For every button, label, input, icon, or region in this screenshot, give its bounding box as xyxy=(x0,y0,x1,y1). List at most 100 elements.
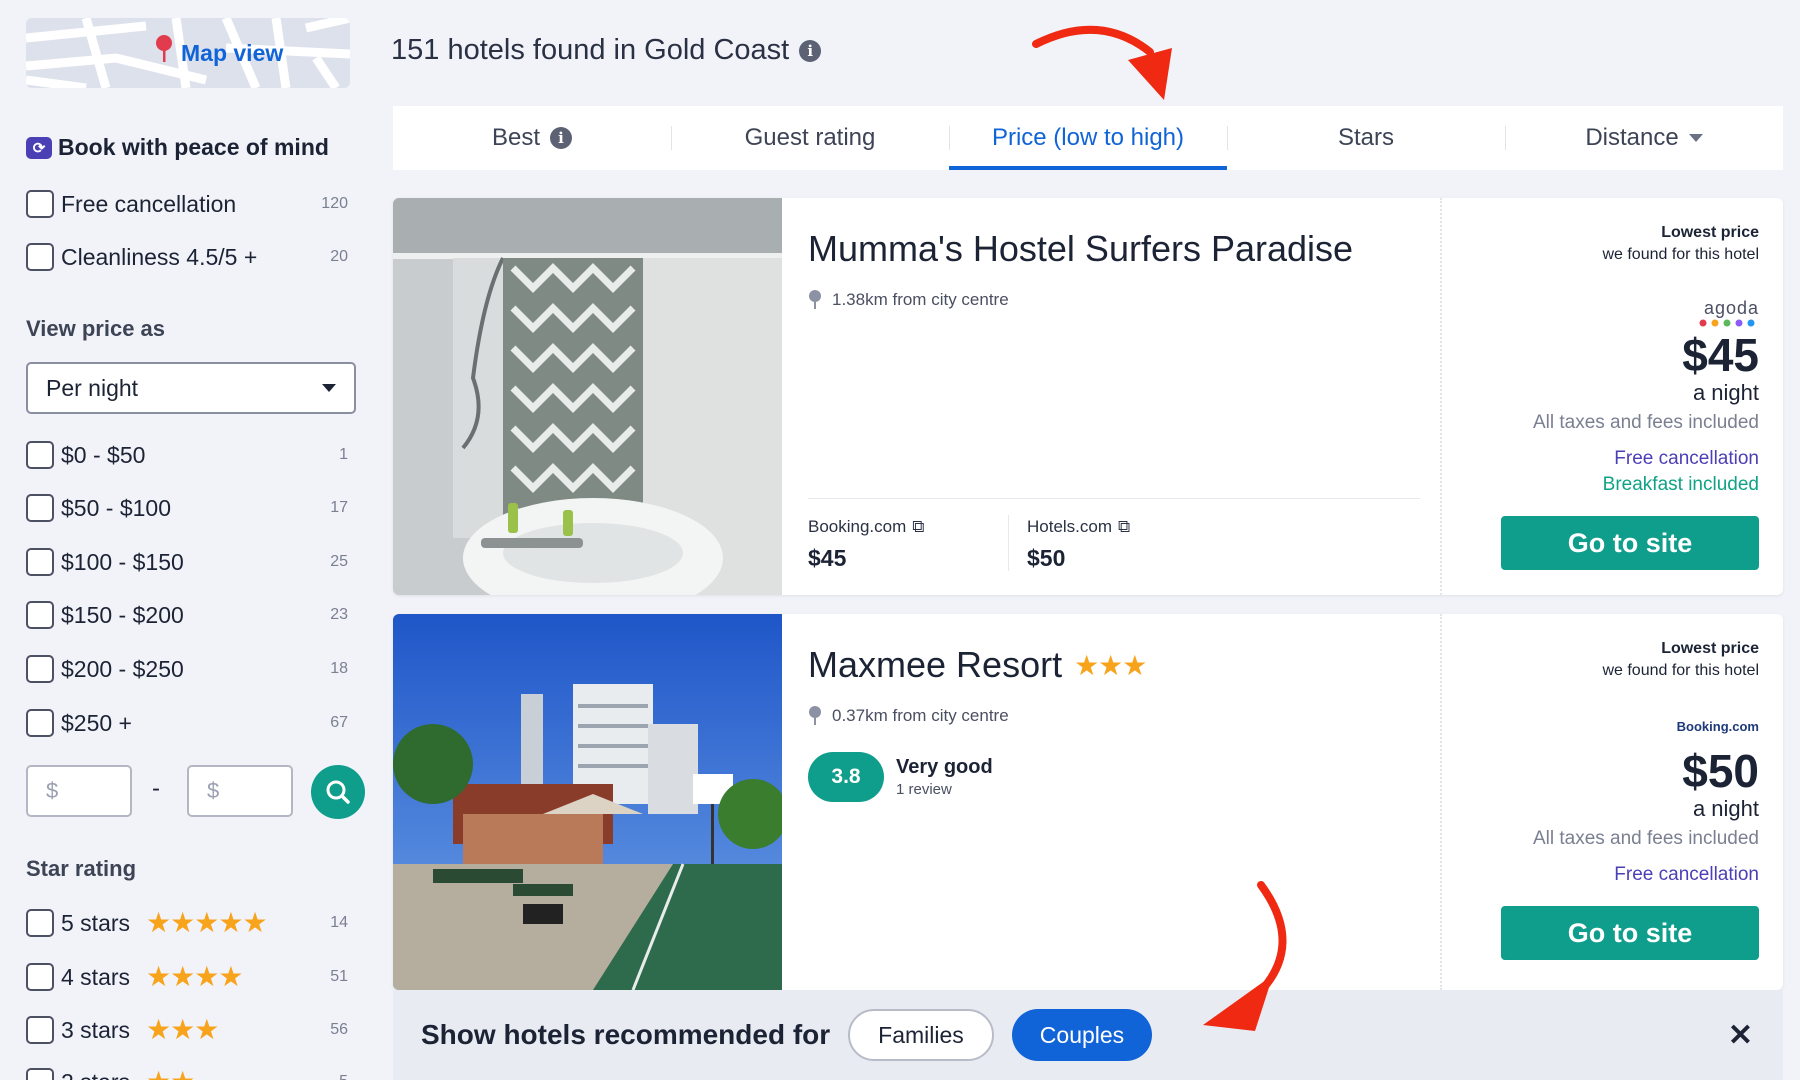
star-rating-title: Star rating xyxy=(26,856,137,881)
go-to-site-button[interactable]: Go to site xyxy=(1501,906,1759,960)
tab-best[interactable]: Best i xyxy=(393,106,671,170)
checkbox[interactable] xyxy=(26,441,54,469)
close-icon[interactable]: ✕ xyxy=(1728,1018,1753,1053)
recommendation-title: Show hotels recommended for xyxy=(421,1019,831,1050)
sort-tabs: Best i Guest rating Price (low to high) … xyxy=(393,106,1783,170)
checkbox[interactable] xyxy=(26,548,54,576)
price-amount: $50 xyxy=(1682,745,1759,797)
min-price-input[interactable]: $ xyxy=(26,765,132,817)
agoda-dots-icon xyxy=(1699,319,1755,327)
provider-prices: Booking.com ⧉ $45 Hotels.com ⧉ $50 xyxy=(808,498,1420,594)
provider-booking[interactable]: Booking.com ⧉ $45 xyxy=(808,499,1008,594)
checkbox[interactable] xyxy=(26,1016,54,1044)
recommendation-bar: Show hotels recommended for Families Cou… xyxy=(393,990,1783,1080)
card-divider xyxy=(1440,614,1442,990)
filter-5-stars[interactable]: 5 stars ★★★★★ 14 xyxy=(26,907,348,939)
agoda-logo-text: agoda xyxy=(1703,298,1759,318)
filter-price-250-plus[interactable]: $250 + 67 xyxy=(26,707,348,739)
tab-distance[interactable]: Distance xyxy=(1505,106,1783,170)
filter-label: 2 stars xyxy=(61,1069,130,1080)
filter-label: 4 stars xyxy=(61,963,131,990)
filter-label: $250 + xyxy=(61,709,132,736)
tab-price-low-to-high[interactable]: Price (low to high) xyxy=(949,106,1227,170)
filter-count: 56 xyxy=(330,1021,348,1038)
filter-price-100-150[interactable]: $100 - $150 25 xyxy=(26,546,348,578)
checkbox[interactable] xyxy=(26,190,54,218)
filter-cleanliness[interactable]: Cleanliness 4.5/5 + 20 xyxy=(26,241,348,273)
filter-label: 5 stars xyxy=(61,909,131,936)
star-icons: ★★★ xyxy=(146,1014,219,1045)
hotel-name[interactable]: Mumma's Hostel Surfers Paradise xyxy=(808,228,1353,270)
rating-badge: 3.8 xyxy=(808,752,884,802)
tab-guest-rating[interactable]: Guest rating xyxy=(671,106,949,170)
price-mode-value: Per night xyxy=(46,374,139,401)
hotel-photo[interactable] xyxy=(393,198,782,595)
provider-price: $50 xyxy=(1027,545,1066,571)
filter-3-stars[interactable]: 3 stars ★★★ 56 xyxy=(26,1014,348,1046)
filter-2-stars[interactable]: 2 stars ★★ 5 xyxy=(26,1066,348,1080)
filter-price-50-100[interactable]: $50 - $100 17 xyxy=(26,492,348,524)
filter-label: $150 - $200 xyxy=(61,601,184,628)
tab-label: Price (low to high) xyxy=(991,124,1185,151)
max-price-input[interactable]: $ xyxy=(187,765,293,817)
map-view-label: Map view xyxy=(181,40,284,66)
hotel-name-text: Mumma's Hostel Surfers Paradise xyxy=(808,228,1354,269)
max-price-placeholder: $ xyxy=(207,778,220,803)
lowest-price-label: Lowest price xyxy=(1661,224,1759,241)
annotation-arrow-icon xyxy=(1032,25,1172,100)
filter-count: 5 xyxy=(339,1073,348,1080)
map-view-button[interactable]: Map view xyxy=(26,18,350,88)
filter-count: 23 xyxy=(330,606,348,623)
hotel-photo[interactable] xyxy=(393,614,782,990)
hotel-name[interactable]: Maxmee Resort ★★★ xyxy=(808,644,1147,686)
lowest-price-box: Lowest price we found for this hotel Boo… xyxy=(1459,640,1759,886)
go-to-site-button[interactable]: Go to site xyxy=(1501,516,1759,570)
filter-label: $50 - $100 xyxy=(61,494,171,521)
couples-pill[interactable]: Couples xyxy=(1011,1009,1153,1061)
hotel-card[interactable]: Mumma's Hostel Surfers Paradise 1.38km f… xyxy=(393,198,1783,595)
checkbox[interactable] xyxy=(26,243,54,271)
families-pill[interactable]: Families xyxy=(848,1009,994,1061)
free-cancellation-note: Free cancellation xyxy=(1614,864,1759,885)
external-link-icon: ⧉ xyxy=(1118,517,1131,536)
star-icons: ★★★★ xyxy=(146,961,243,992)
guest-rating[interactable]: 3.8 Very good 1 review xyxy=(808,752,993,802)
filter-price-150-200[interactable]: $150 - $200 23 xyxy=(26,599,348,631)
distance-text: 0.37km from city centre xyxy=(832,706,1009,725)
checkbox[interactable] xyxy=(26,963,54,991)
taxes-note: All taxes and fees included xyxy=(1532,828,1759,849)
checkbox[interactable] xyxy=(26,494,54,522)
hotel-distance: 1.38km from city centre xyxy=(808,290,1009,310)
provider-hotels[interactable]: Hotels.com ⧉ $50 xyxy=(1008,515,1208,571)
price-amount: $45 xyxy=(1682,329,1759,381)
filter-label: Cleanliness 4.5/5 + xyxy=(61,243,258,270)
filter-price-0-50[interactable]: $0 - $50 1 xyxy=(26,439,348,471)
filter-label: $100 - $150 xyxy=(61,548,184,575)
checkbox[interactable] xyxy=(26,655,54,683)
filter-count: 17 xyxy=(330,499,348,516)
lowest-price-box: Lowest price we found for this hotel ago… xyxy=(1459,224,1759,496)
result-count-heading: 151 hotels found in Gold Coast i xyxy=(391,34,822,67)
filter-count: 14 xyxy=(330,914,348,931)
filter-4-stars[interactable]: 4 stars ★★★★ 51 xyxy=(26,961,348,993)
breakfast-note: Breakfast included xyxy=(1602,474,1759,495)
info-icon[interactable]: i xyxy=(799,39,822,62)
price-per: a night xyxy=(1692,796,1759,821)
checkbox[interactable] xyxy=(26,709,54,737)
hotel-card[interactable]: Maxmee Resort ★★★ 0.37km from city centr… xyxy=(393,614,1783,990)
price-mode-select[interactable]: Per night xyxy=(26,362,356,414)
star-icons: ★★★ xyxy=(1074,649,1147,681)
review-count: 1 review xyxy=(896,781,952,798)
tab-stars[interactable]: Stars xyxy=(1227,106,1505,170)
checkbox[interactable] xyxy=(26,909,54,937)
price-search-button[interactable] xyxy=(311,765,365,819)
peace-of-mind-heading: ⟳ Book with peace of mind xyxy=(26,134,329,161)
location-pin-icon xyxy=(809,290,821,309)
checkbox[interactable] xyxy=(26,601,54,629)
external-link-icon: ⧉ xyxy=(912,517,925,536)
info-icon[interactable]: i xyxy=(550,127,573,149)
filter-price-200-250[interactable]: $200 - $250 18 xyxy=(26,653,348,685)
filter-free-cancellation[interactable]: Free cancellation 120 xyxy=(26,188,348,220)
price-per: a night xyxy=(1692,380,1759,405)
checkbox[interactable] xyxy=(26,1068,54,1080)
